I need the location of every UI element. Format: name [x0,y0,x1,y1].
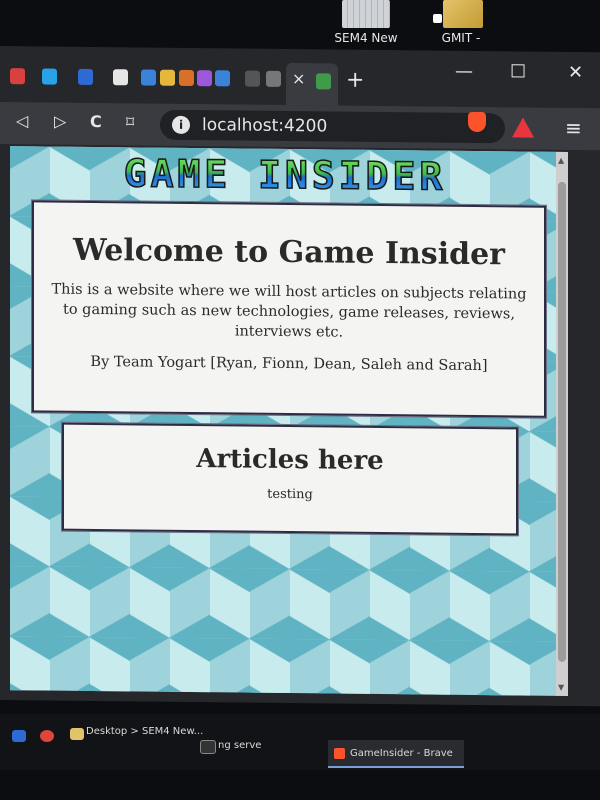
pinned-tab-outlook-icon[interactable] [78,68,93,85]
articles-body: testing [267,486,313,503]
pinned-tab-purple-icon[interactable] [197,70,212,87]
taskbar-item-brave[interactable]: GameInsider - Brave [328,740,464,768]
folder-thumbnail-icon [342,0,390,28]
page-viewport: GAME INSIDER Welcome to Game Insider Thi… [10,146,568,696]
taskbar-item-explorer[interactable]: Desktop > SEM4 New... [86,726,203,737]
site-info-icon[interactable]: i [172,115,190,134]
site-favicon-icon [316,73,331,90]
desktop-icon-sem4[interactable]: SEM4 New [330,0,402,45]
shortcut-overlay-icon [433,14,442,23]
welcome-card: Welcome to Game Insider This is a websit… [32,200,546,418]
scroll-up-icon[interactable]: ▲ [558,156,564,165]
desktop-icon-label: SEM4 New [334,31,398,45]
taskbar: Desktop > SEM4 New... ng serve GameInsid… [0,714,600,770]
pinned-tab-app-icon[interactable] [113,69,128,86]
folder-icon [70,728,84,740]
site-logo: GAME INSIDER [60,151,510,200]
welcome-byline: By Team Yogart [Ryan, Fionn, Dean, Saleh… [90,353,488,375]
close-tab-icon[interactable]: × [292,69,305,88]
desktop-icon-label: GMIT - [441,31,481,45]
brave-icon [334,748,345,759]
page-scrollbar[interactable]: ▲ ▼ [556,151,568,696]
pinned-tab-cloud-icon[interactable] [42,68,57,85]
pinned-tab-s-icon[interactable] [266,70,281,87]
maximize-button[interactable]: ☐ [510,61,526,82]
pinned-tab-blank-icon[interactable] [245,70,260,87]
tab-bar: × + — ☐ ✕ [0,46,600,108]
scroll-down-icon[interactable]: ▼ [558,683,564,692]
close-window-button[interactable]: ✕ [568,62,583,83]
reload-button[interactable]: C [90,112,102,131]
taskbar-chrome-icon[interactable] [40,730,54,742]
folder-icon [443,0,483,28]
pinned-tab-slides-icon[interactable] [179,69,194,87]
pinned-tab-h-icon[interactable] [10,68,25,85]
terminal-icon [200,740,216,754]
url-text[interactable]: localhost:4200 [202,115,327,136]
scrollbar-thumb[interactable] [558,181,566,662]
welcome-description: This is a website where we will host art… [51,281,527,341]
browser-window: × + — ☐ ✕ ◁ ▷ C ⌑ i localhost:4200 ≡ GAM… [0,46,600,707]
brave-rewards-icon[interactable] [512,117,534,138]
active-tab[interactable]: × [286,62,338,106]
welcome-title: Welcome to Game Insider [73,232,505,273]
taskbar-item-brave-label: GameInsider - Brave [350,748,453,759]
address-bar[interactable]: i localhost:4200 [160,109,505,144]
pinned-tab-folder-icon[interactable] [160,69,175,86]
brave-shields-icon[interactable] [468,111,486,133]
pinned-tab-diamond-icon[interactable] [215,70,230,87]
browser-toolbar: ◁ ▷ C ⌑ i localhost:4200 ≡ [0,102,600,151]
menu-button[interactable]: ≡ [565,116,582,140]
back-button[interactable]: ◁ [16,111,28,130]
taskbar-item-terminal[interactable]: ng serve [218,740,261,751]
taskbar-app-icon[interactable] [12,730,26,742]
articles-card: Articles here testing [62,422,518,536]
new-tab-button[interactable]: + [346,68,364,93]
pinned-tab-doc-icon[interactable] [141,69,156,86]
forward-button[interactable]: ▷ [54,112,66,131]
bookmark-button[interactable]: ⌑ [126,112,134,131]
desktop-icon-gmit[interactable]: GMIT - [425,0,497,45]
articles-title: Articles here [196,444,384,477]
minimize-button[interactable]: — [455,61,473,82]
